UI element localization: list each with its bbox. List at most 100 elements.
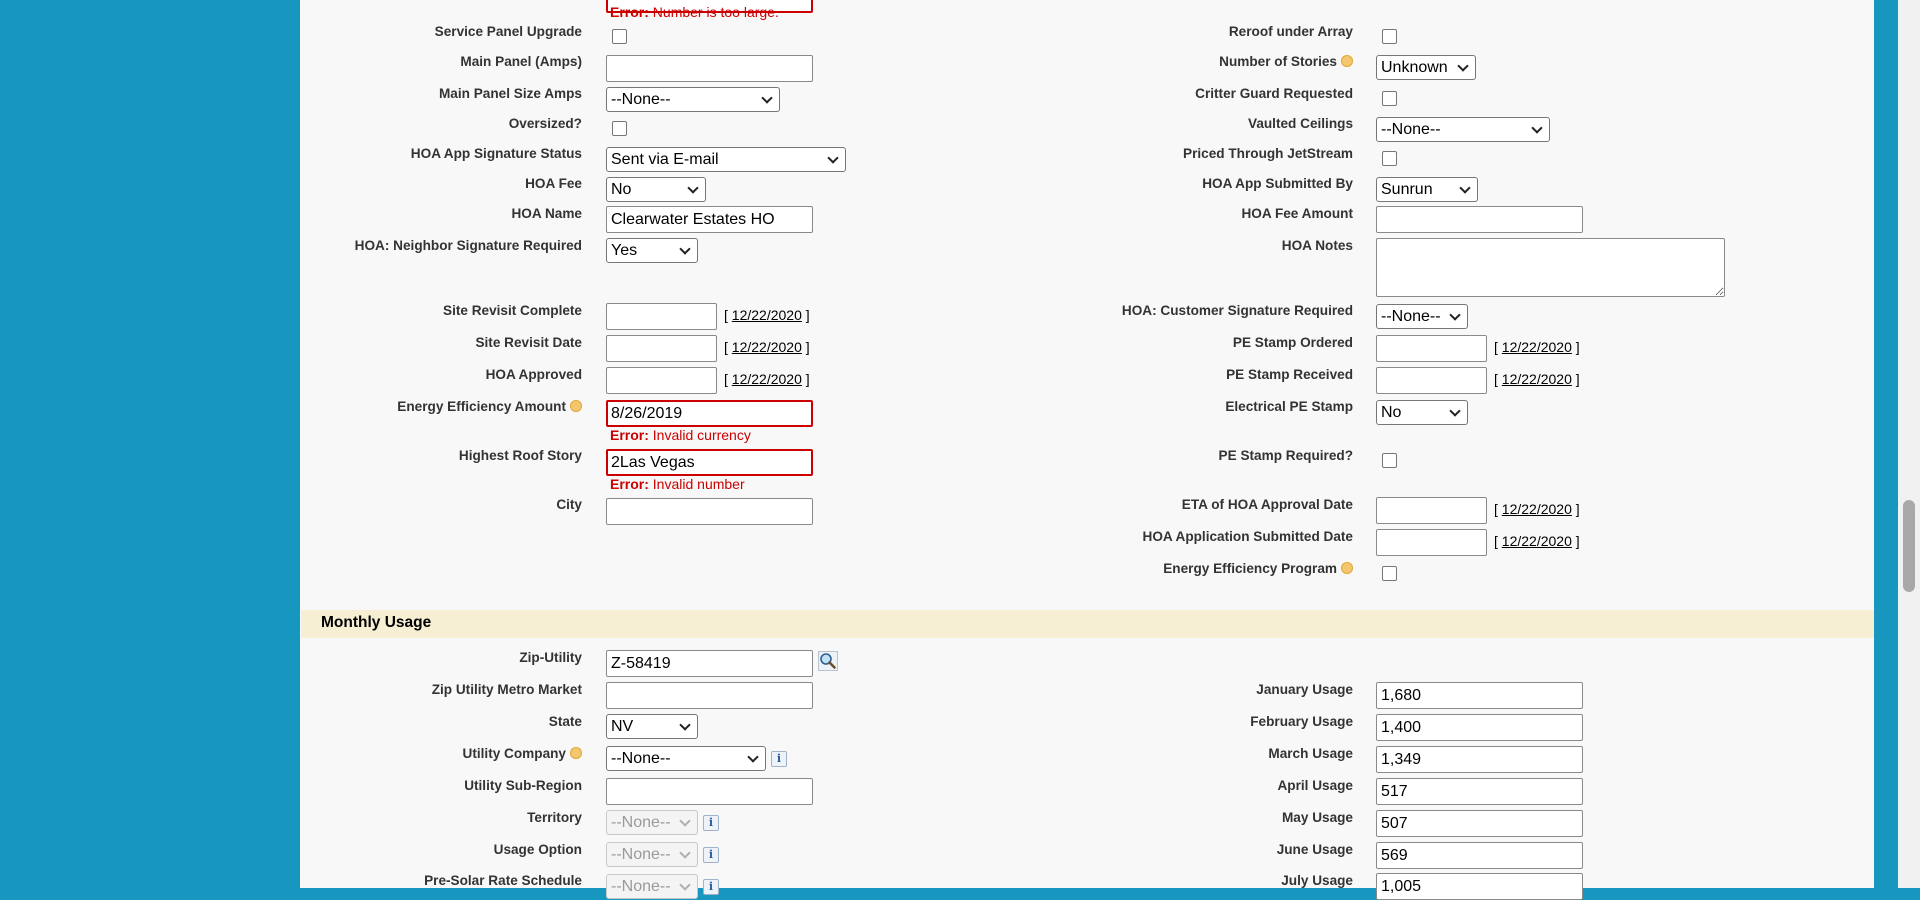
help-bubble-icon[interactable] — [1341, 562, 1353, 574]
priced-through-jetstream-checkbox[interactable] — [1382, 151, 1397, 166]
label-vaulted-ceilings: Vaulted Ceilings — [1248, 116, 1353, 131]
utility-company-select[interactable]: --None-- — [606, 746, 766, 771]
help-bubble-icon[interactable] — [570, 400, 582, 412]
critter-guard-requested-checkbox[interactable] — [1382, 91, 1397, 106]
label-reroof-under-array: Reroof under Array — [1228, 24, 1353, 39]
pe-stamp-required-checkbox[interactable] — [1382, 453, 1397, 468]
state-select[interactable]: NV — [606, 714, 698, 739]
hoa-app-signature-status-select[interactable]: Sent via E-mail — [606, 147, 846, 172]
eta-of-hoa-approval-date-today-link[interactable]: [ 12/22/2020 ] — [1494, 501, 1580, 517]
label-hoa-app-signature-status: HOA App Signature Status — [410, 146, 582, 161]
vaulted-ceilings-select[interactable]: --None-- — [1376, 117, 1550, 142]
label-site-revisit-complete: Site Revisit Complete — [443, 303, 582, 318]
main-panel-amps-input[interactable] — [606, 55, 813, 82]
hoa-fee-select[interactable]: No — [606, 177, 706, 202]
label-eta-of-hoa-approval-date: ETA of HOA Approval Date — [1181, 497, 1353, 512]
label-oversized: Oversized? — [508, 116, 582, 131]
label-energy-efficiency-amount: Energy Efficiency Amount — [322, 399, 582, 415]
territory-select: --None-- — [606, 810, 698, 835]
energy-efficiency-amount-error: Error: Invalid currency — [610, 427, 751, 443]
number-of-stories-select[interactable]: Unknown — [1376, 55, 1476, 80]
label-april-usage: April Usage — [1277, 778, 1353, 793]
site-revisit-complete-today-link[interactable]: [ 12/22/2020 ] — [724, 307, 810, 323]
label-usage-option: Usage Option — [493, 842, 582, 857]
label-hoa-approved: HOA Approved — [485, 367, 582, 382]
hoa-application-submitted-date-input[interactable] — [1376, 529, 1487, 556]
main-panel-size-amps-select[interactable]: --None-- — [606, 87, 780, 112]
oversized-checkbox[interactable] — [612, 121, 627, 136]
scrollbar-track[interactable] — [1898, 0, 1920, 888]
top-error-message: Error: Number is too large. — [610, 4, 779, 20]
march-usage-input[interactable] — [1376, 746, 1583, 773]
city-input[interactable] — [606, 498, 813, 525]
hoa-app-submitted-by-select[interactable]: Sunrun — [1376, 177, 1478, 202]
zip-utility-metro-market-input[interactable] — [606, 682, 813, 709]
label-pe-stamp-ordered: PE Stamp Ordered — [1232, 335, 1353, 350]
label-city: City — [556, 497, 582, 512]
label-hoa-app-submitted-by: HOA App Submitted By — [1202, 176, 1353, 191]
label-may-usage: May Usage — [1281, 810, 1353, 825]
info-icon[interactable]: i — [703, 847, 719, 863]
label-highest-roof-story: Highest Roof Story — [458, 448, 582, 463]
label-site-revisit-date: Site Revisit Date — [475, 335, 582, 350]
site-revisit-complete-input[interactable] — [606, 303, 717, 330]
hoa-approved-today-link[interactable]: [ 12/22/2020 ] — [724, 371, 810, 387]
electrical-pe-stamp-select[interactable]: No — [1376, 400, 1468, 425]
february-usage-input[interactable] — [1376, 714, 1583, 741]
hoa-customer-signature-required-select[interactable]: --None-- — [1376, 304, 1468, 329]
pe-stamp-ordered-today-link[interactable]: [ 12/22/2020 ] — [1494, 339, 1580, 355]
pe-stamp-received-input[interactable] — [1376, 367, 1487, 394]
help-bubble-icon[interactable] — [1341, 55, 1353, 67]
hoa-approved-input[interactable] — [606, 367, 717, 394]
eta-of-hoa-approval-date-input[interactable] — [1376, 497, 1487, 524]
energy-efficiency-amount-input[interactable] — [606, 400, 813, 427]
lookup-magnifier-icon[interactable] — [818, 651, 838, 671]
zip-utility-input[interactable] — [606, 650, 813, 677]
site-revisit-date-input[interactable] — [606, 335, 717, 362]
help-bubble-icon[interactable] — [570, 747, 582, 759]
may-usage-input[interactable] — [1376, 810, 1583, 837]
label-hoa-application-submitted-date: HOA Application Submitted Date — [1142, 529, 1353, 544]
pre-solar-rate-schedule-select: --None-- — [606, 874, 698, 899]
label-june-usage: June Usage — [1276, 842, 1353, 857]
energy-efficiency-program-checkbox[interactable] — [1382, 566, 1397, 581]
label-zip-utility-metro-market: Zip Utility Metro Market — [431, 682, 582, 697]
july-usage-input[interactable] — [1376, 873, 1583, 900]
highest-roof-story-input[interactable] — [606, 449, 813, 476]
label-territory: Territory — [527, 810, 582, 825]
label-hoa-fee-amount: HOA Fee Amount — [1241, 206, 1353, 221]
hoa-neighbor-signature-required-select[interactable]: Yes — [606, 238, 698, 263]
info-icon[interactable]: i — [771, 751, 787, 767]
highest-roof-story-error: Error: Invalid number — [610, 476, 745, 492]
info-icon[interactable]: i — [703, 879, 719, 895]
hoa-name-input[interactable] — [606, 206, 813, 233]
label-march-usage: March Usage — [1268, 746, 1353, 761]
label-february-usage: February Usage — [1250, 714, 1353, 729]
april-usage-input[interactable] — [1376, 778, 1583, 805]
hoa-application-submitted-date-today-link[interactable]: [ 12/22/2020 ] — [1494, 533, 1580, 549]
label-utility-company: Utility Company — [322, 746, 582, 762]
label-service-panel-upgrade: Service Panel Upgrade — [434, 24, 582, 39]
label-january-usage: January Usage — [1256, 682, 1353, 697]
site-revisit-date-today-link[interactable]: [ 12/22/2020 ] — [724, 339, 810, 355]
section-header-monthly-usage — [301, 610, 1874, 638]
service-panel-upgrade-checkbox[interactable] — [612, 29, 627, 44]
label-priced-through-jetstream: Priced Through JetStream — [1183, 146, 1353, 161]
reroof-under-array-checkbox[interactable] — [1382, 29, 1397, 44]
hoa-notes-textarea[interactable] — [1376, 238, 1725, 297]
pe-stamp-ordered-input[interactable] — [1376, 335, 1487, 362]
hoa-fee-amount-input[interactable] — [1376, 206, 1583, 233]
january-usage-input[interactable] — [1376, 682, 1583, 709]
label-number-of-stories: Number of Stories — [1093, 54, 1353, 70]
label-pe-stamp-received: PE Stamp Received — [1226, 367, 1353, 382]
section-title: Monthly Usage — [321, 614, 432, 631]
label-pe-stamp-required: PE Stamp Required? — [1218, 448, 1353, 463]
info-icon[interactable]: i — [703, 815, 719, 831]
utility-sub-region-input[interactable] — [606, 778, 813, 805]
scrollbar-thumb[interactable] — [1903, 500, 1915, 592]
label-main-panel-size-amps: Main Panel Size Amps — [438, 86, 582, 101]
pe-stamp-received-today-link[interactable]: [ 12/22/2020 ] — [1494, 371, 1580, 387]
usage-option-select: --None-- — [606, 842, 698, 867]
label-hoa-name: HOA Name — [511, 206, 582, 221]
june-usage-input[interactable] — [1376, 842, 1583, 869]
